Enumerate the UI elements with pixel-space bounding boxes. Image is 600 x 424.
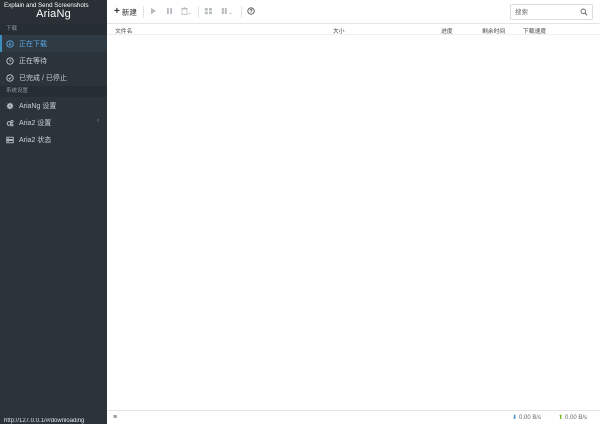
task-list: 文件名 大小 进度 剩余时间 下载速度 (107, 24, 600, 410)
toolbar-divider (241, 6, 242, 18)
sort-icon (221, 7, 233, 17)
status-url: http://127.0.0.1/#/downloading (4, 418, 85, 424)
section-title-settings: 系统设置 (0, 86, 107, 97)
section-title-downloads: 下载 (0, 24, 107, 35)
search-icon[interactable] (580, 8, 588, 16)
column-header-filename[interactable]: 文件名 (115, 26, 132, 35)
pause-button[interactable] (166, 6, 173, 18)
app-logo[interactable]: AriaNg (0, 8, 107, 20)
toolbar: + 新建 (107, 0, 600, 24)
upload-speed-value: 0.00 B/s (565, 414, 588, 421)
column-header-remaining[interactable]: 剩余时间 (482, 26, 505, 35)
help-button[interactable] (247, 6, 255, 18)
plus-icon: + (114, 6, 120, 17)
sidebar: Explain and Send Screenshots AriaNg 下载 正… (0, 0, 107, 424)
start-button[interactable] (150, 6, 157, 18)
sidebar-header: Explain and Send Screenshots AriaNg (0, 0, 107, 24)
sidebar-item-label: AriaNg 设置 (19, 102, 57, 110)
sidebar-item-downloading[interactable]: 正在下载 (0, 35, 107, 52)
delete-button[interactable] (181, 6, 191, 18)
sidebar-item-stopped[interactable]: 已完成 / 已停止 (0, 69, 107, 86)
upload-speed: ⬆ 0.00 B/s (558, 414, 588, 422)
sidebar-item-waiting[interactable]: 正在等待 (0, 52, 107, 69)
chevron-left-icon[interactable]: ‹ (97, 118, 99, 124)
column-header-speed[interactable]: 下载速度 (523, 26, 546, 35)
gear-icon (6, 102, 14, 110)
upload-arrow-icon: ⬆ (558, 415, 564, 421)
sidebar-item-label: Aria2 状态 (19, 136, 52, 144)
check-circle-icon (6, 73, 14, 82)
new-task-label: 新建 (121, 7, 137, 17)
column-header-progress[interactable]: 进度 (441, 26, 453, 35)
search-box[interactable] (510, 4, 593, 20)
server-icon (6, 136, 14, 144)
play-icon (150, 7, 157, 17)
sidebar-item-label: 正在下载 (19, 40, 47, 48)
select-all-button[interactable] (204, 6, 213, 18)
toolbar-divider (198, 6, 199, 18)
status-bar: ≡ ⬇ 0.00 B/s ⬆ 0.00 B/s (107, 410, 600, 424)
grid-icon (204, 7, 213, 17)
menu-icon[interactable]: ≡ (113, 414, 117, 421)
sidebar-item-ariang-settings[interactable]: AriaNg 设置 (0, 97, 107, 114)
pause-icon (166, 7, 173, 17)
gears-icon (6, 119, 14, 127)
sidebar-item-label: 已完成 / 已停止 (19, 74, 67, 82)
sidebar-item-aria2-status[interactable]: Aria2 状态 (0, 131, 107, 148)
download-speed: ⬇ 0.00 B/s (512, 414, 542, 422)
question-circle-icon (247, 7, 255, 17)
download-speed-value: 0.00 B/s (519, 414, 542, 421)
download-circle-icon (6, 39, 14, 48)
sidebar-item-aria2-settings[interactable]: Aria2 设置 ‹ (0, 114, 107, 131)
trash-icon (181, 7, 191, 17)
search-input[interactable] (511, 5, 579, 19)
download-arrow-icon: ⬇ (512, 415, 518, 421)
sidebar-item-label: 正在等待 (19, 57, 47, 65)
column-header-size[interactable]: 大小 (333, 26, 345, 35)
sort-button[interactable] (221, 6, 233, 18)
table-header: 文件名 大小 进度 剩余时间 下载速度 (107, 24, 600, 35)
new-task-button[interactable]: + 新建 (114, 6, 137, 18)
toolbar-divider (143, 6, 144, 18)
clock-icon (6, 56, 14, 65)
sidebar-item-label: Aria2 设置 (19, 119, 52, 127)
